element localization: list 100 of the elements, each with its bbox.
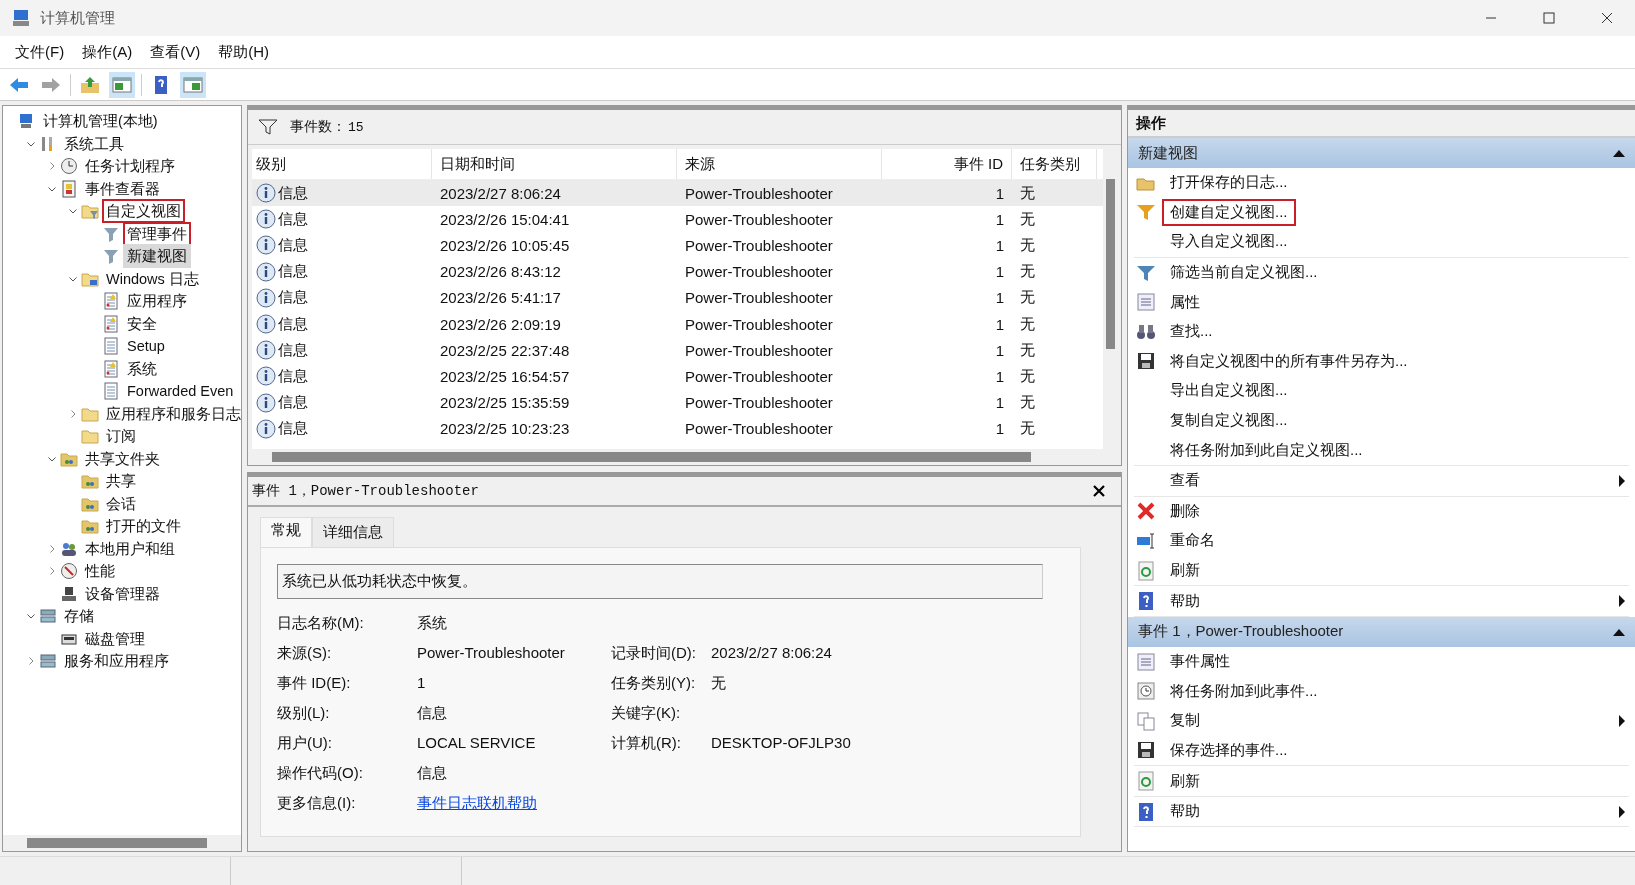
table-cell-text: 无 <box>1019 419 1036 439</box>
action-item[interactable]: 属性 <box>1162 288 1208 316</box>
section-header[interactable]: 事件 1，Power-Troubleshooter <box>1128 616 1635 647</box>
table-row[interactable]: 信息 2023/2/25 10:23:23 Power-Troubleshooter 1 无 <box>252 415 1103 442</box>
tree-item[interactable]: 系统 <box>123 356 161 381</box>
action-item[interactable]: 帮助 <box>1162 798 1208 826</box>
tree-item[interactable]: 存储 <box>60 604 98 629</box>
action-item[interactable]: 保存选择的事件... <box>1162 737 1296 764</box>
info-icon <box>256 261 276 282</box>
menu-item[interactable]: 帮助(H) <box>209 42 278 62</box>
table-row[interactable]: 信息 2023/2/25 22:37:48 Power-Troubleshooter 1 无 <box>252 337 1103 364</box>
table-cell-text: 2023/2/27 8:06:24 <box>439 184 562 202</box>
table-row[interactable]: 信息 2023/2/26 10:05:45 Power-Troubleshooter 1 无 <box>252 232 1103 259</box>
tree-item[interactable]: Setup <box>123 334 169 359</box>
tree-item[interactable]: 新建视图 <box>123 244 191 269</box>
menu-item[interactable]: 文件(F) <box>6 42 74 62</box>
tree-item[interactable]: 服务和应用程序 <box>60 649 173 674</box>
chevron-icon[interactable] <box>47 161 57 172</box>
column-header[interactable]: 来源 <box>677 149 882 179</box>
action-item[interactable]: 导入自定义视图... <box>1162 228 1296 256</box>
action-item[interactable]: 刷新 <box>1162 557 1208 584</box>
table-row[interactable]: 信息 2023/2/26 5:41:17 Power-Troubleshooter 1 无 <box>252 284 1103 311</box>
chevron-icon[interactable] <box>68 408 78 419</box>
action-item[interactable]: 事件属性 <box>1162 648 1238 676</box>
info-icon <box>256 183 276 204</box>
menu-item[interactable]: 操作(A) <box>73 42 142 62</box>
column-header[interactable]: 日期和时间 <box>432 149 677 179</box>
tree-item[interactable]: 订阅 <box>102 424 140 449</box>
action-item[interactable]: 帮助 <box>1162 587 1208 615</box>
tree-item[interactable]: 任务计划程序 <box>81 154 179 179</box>
close-icon[interactable] <box>1093 485 1105 497</box>
chevron-icon[interactable] <box>47 566 57 577</box>
column-header[interactable]: 事件 ID <box>882 149 1012 179</box>
action-item[interactable]: 将任务附加到此自定义视图... <box>1162 436 1371 464</box>
tree-item[interactable]: 设备管理器 <box>81 581 164 606</box>
tab[interactable]: 常规 <box>260 517 312 547</box>
table-cell-text: Power-Troubleshooter <box>684 315 834 333</box>
action-item[interactable]: 刷新 <box>1162 767 1208 795</box>
scrollbar-thumb[interactable] <box>27 838 207 848</box>
tree-item[interactable]: 应用程序 <box>123 289 191 314</box>
action-item[interactable]: 将任务附加到此事件... <box>1162 677 1326 705</box>
table-row[interactable]: 信息 2023/2/26 15:04:41 Power-Troubleshooter 1 无 <box>252 206 1103 233</box>
table-row[interactable]: 信息 2023/2/25 16:54:57 Power-Troubleshooter 1 无 <box>252 363 1103 390</box>
menu-item[interactable]: 查看(V) <box>141 42 210 62</box>
close-icon[interactable] <box>1601 12 1613 24</box>
section-header[interactable]: 新建视图 <box>1128 138 1635 168</box>
toolbar-button[interactable] <box>180 71 206 98</box>
tree-item[interactable]: 安全 <box>123 311 161 336</box>
tree-item[interactable]: 打开的文件 <box>102 514 185 539</box>
action-item[interactable]: 打开保存的日志... <box>1162 169 1296 197</box>
table-cell-text: 2023/2/26 5:41:17 <box>439 289 562 307</box>
tree-item[interactable]: 系统工具 <box>60 131 128 156</box>
tree-item[interactable]: Windows 日志 <box>102 266 203 291</box>
chevron-icon[interactable] <box>47 543 57 554</box>
table-cell-text: 1 <box>994 315 1005 333</box>
table-cell-text: 2023/2/26 8:43:12 <box>439 263 562 281</box>
table-cell: 信息 <box>278 314 308 334</box>
tree-item[interactable]: Forwarded Even <box>123 379 238 404</box>
action-item[interactable]: 创建自定义视图... <box>1162 198 1296 226</box>
table-cell-text: 2023/2/25 22:37:48 <box>439 341 571 359</box>
message-field[interactable]: 系统已从低功耗状态中恢复。 <box>277 564 1043 599</box>
table-cell-text: 无 <box>1019 314 1036 334</box>
action-item[interactable]: 查看 <box>1162 467 1208 495</box>
table-row[interactable]: 信息 2023/2/25 15:35:59 Power-Troubleshooter 1 无 <box>252 389 1103 416</box>
tree-item[interactable]: 事件查看器 <box>81 176 164 201</box>
table-cell-text: 无 <box>1019 393 1036 413</box>
action-item[interactable]: 删除 <box>1162 497 1208 525</box>
scrollbar-thumb[interactable] <box>272 452 1031 462</box>
table-cell-text: 1 <box>994 420 1005 438</box>
tree-item[interactable]: 共享文件夹 <box>81 446 164 471</box>
tree-item[interactable]: 应用程序和服务日志 <box>102 401 241 426</box>
action-item[interactable]: 导出自定义视图... <box>1162 377 1296 405</box>
toolbar-button[interactable] <box>109 71 135 98</box>
field-value: 信息 <box>417 763 448 783</box>
tree-item[interactable]: 性能 <box>81 559 119 584</box>
funnel-icon <box>102 247 120 266</box>
tree-item[interactable]: 计算机管理(本地) <box>39 109 162 134</box>
tree-item[interactable]: 磁盘管理 <box>81 626 149 651</box>
action-item[interactable]: 将自定义视图中的所有事件另存为... <box>1162 347 1416 375</box>
maximize-icon[interactable] <box>1543 12 1555 24</box>
scrollbar-thumb[interactable] <box>1105 179 1115 349</box>
table-row[interactable]: 信息 2023/2/27 8:06:24 Power-Troubleshooter 1 无 <box>252 180 1103 207</box>
action-item[interactable]: 复制自定义视图... <box>1162 407 1296 435</box>
action-item[interactable]: 重命名 <box>1162 527 1223 555</box>
tree-item[interactable]: 自定义视图 <box>102 199 185 224</box>
table-row[interactable]: 信息 2023/2/26 8:43:12 Power-Troubleshooter 1 无 <box>252 258 1103 285</box>
tree-item[interactable]: 本地用户和组 <box>81 536 179 561</box>
table-cell-text: 1 <box>994 367 1005 385</box>
tree-item[interactable]: 会话 <box>102 491 140 516</box>
action-item[interactable]: 复制 <box>1162 707 1208 735</box>
chevron-icon[interactable] <box>26 656 36 667</box>
action-item[interactable]: 查找... <box>1162 318 1221 346</box>
document-icon <box>102 382 120 401</box>
help-link[interactable]: 事件日志联机帮助 <box>417 794 537 811</box>
table-row[interactable]: 信息 2023/2/26 2:09:19 Power-Troubleshooter 1 无 <box>252 310 1103 338</box>
tab[interactable]: 详细信息 <box>312 517 394 547</box>
column-header[interactable]: 级别 <box>252 149 432 179</box>
action-item[interactable]: 筛选当前自定义视图... <box>1162 259 1326 287</box>
column-header[interactable]: 任务类别 <box>1012 149 1097 179</box>
tree-item[interactable]: 共享 <box>102 469 140 494</box>
